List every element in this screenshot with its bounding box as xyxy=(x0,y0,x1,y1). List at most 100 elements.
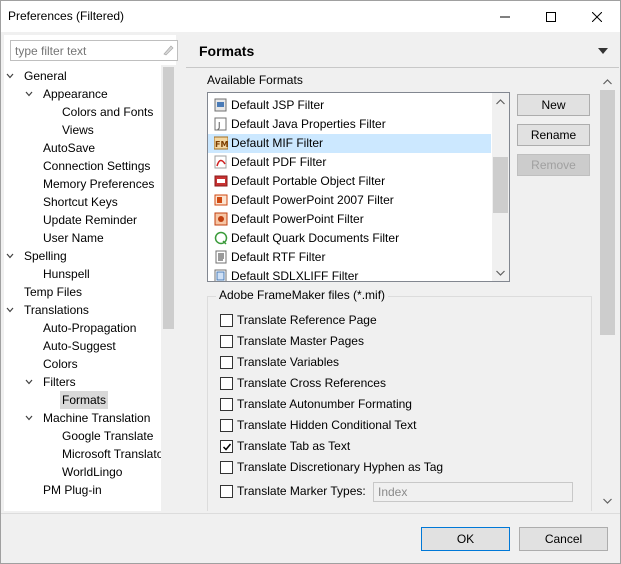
tree-item-label: WorldLingo xyxy=(62,465,123,479)
tree-item[interactable]: Auto-Propagation xyxy=(4,319,161,337)
framemaker-options-group: Adobe FrameMaker files (*.mif) Translate… xyxy=(207,288,592,511)
expand-arrow-icon[interactable] xyxy=(5,247,15,265)
expand-arrow-icon[interactable] xyxy=(5,301,15,319)
format-list-item[interactable]: Default RTF Filter xyxy=(208,248,491,267)
framemaker-group-title: Adobe FrameMaker files (*.mif) xyxy=(216,288,389,302)
tree-item-label: Microsoft Translator xyxy=(62,447,161,461)
tree-item-label: Hunspell xyxy=(43,267,90,281)
tree-item[interactable]: Spelling xyxy=(4,247,161,265)
filter-input[interactable] xyxy=(11,41,151,60)
filter-field[interactable] xyxy=(10,40,178,61)
tree-item[interactable]: Colors xyxy=(4,355,161,373)
tree-item[interactable]: Auto-Suggest xyxy=(4,337,161,355)
format-list-item[interactable]: FM Default MIF Filter xyxy=(208,134,491,153)
page-scroll-up-button[interactable] xyxy=(599,73,616,90)
checkbox-unchecked[interactable] xyxy=(220,461,233,474)
svg-text:FM: FM xyxy=(215,140,228,149)
option-label: Translate Cross References xyxy=(237,376,386,390)
tree-item[interactable]: Shortcut Keys xyxy=(4,193,161,211)
tree-item[interactable]: Machine Translation xyxy=(4,409,161,427)
option-label: Translate Discretionary Hyphen as Tag xyxy=(237,460,444,474)
minimize-button[interactable] xyxy=(482,1,528,32)
tree-item[interactable]: Update Reminder xyxy=(4,211,161,229)
checkbox-unchecked[interactable] xyxy=(220,356,233,369)
tree-item-label: Auto-Propagation xyxy=(43,321,137,335)
format-list-item[interactable]: Default JSP Filter xyxy=(208,96,491,115)
tree-item-label: Temp Files xyxy=(24,285,83,299)
tree-item-label: Translations xyxy=(24,303,89,317)
tree-scrollbar[interactable] xyxy=(161,65,176,511)
format-list-label: Default Portable Object Filter xyxy=(231,174,386,188)
formats-list[interactable]: Default JSP Filter J Default Java Properti… xyxy=(207,92,510,282)
tree-item-label: Shortcut Keys xyxy=(43,195,118,209)
framemaker-icon: FM xyxy=(214,136,228,150)
tree-item[interactable]: Formats xyxy=(4,391,161,409)
format-list-item[interactable]: J Default Java Properties Filter xyxy=(208,115,491,134)
minimize-icon xyxy=(500,16,510,17)
page-title: Formats xyxy=(199,43,255,59)
tree-scrollbar-thumb[interactable] xyxy=(163,67,174,329)
cancel-button[interactable]: Cancel xyxy=(519,527,608,551)
format-list-item[interactable]: Default PDF Filter xyxy=(208,153,491,172)
format-list-item[interactable]: Default PowerPoint Filter xyxy=(208,210,491,229)
checkbox-unchecked[interactable] xyxy=(220,398,233,411)
format-list-item[interactable]: Default Portable Object Filter xyxy=(208,172,491,191)
format-list-label: Default Java Properties Filter xyxy=(231,117,386,131)
tree-item[interactable]: WorldLingo xyxy=(4,463,161,481)
maximize-icon xyxy=(546,11,556,22)
remove-button[interactable]: Remove xyxy=(517,154,590,176)
quark-icon xyxy=(214,231,228,245)
tree-item-label: AutoSave xyxy=(43,141,96,155)
tree-item[interactable]: Google Translate xyxy=(4,427,161,445)
tree-item[interactable]: Temp Files xyxy=(4,283,161,301)
ok-button[interactable]: OK xyxy=(421,527,510,551)
tree-item[interactable]: Colors and Fonts xyxy=(4,103,161,121)
tree-item-label: General xyxy=(24,69,67,83)
expand-arrow-icon[interactable] xyxy=(5,67,15,85)
option-label: Translate Variables xyxy=(237,355,340,369)
checkbox-unchecked[interactable] xyxy=(220,314,233,327)
marker-types-input[interactable] xyxy=(373,482,573,502)
maximize-button[interactable] xyxy=(528,1,574,32)
tree-item[interactable]: Microsoft Translator xyxy=(4,445,161,463)
tree-item[interactable]: Memory Preferences xyxy=(4,175,161,193)
checkbox-unchecked[interactable] xyxy=(220,377,233,390)
expand-arrow-icon[interactable] xyxy=(24,85,34,103)
close-button[interactable] xyxy=(574,1,620,32)
page-scroll-down-button[interactable] xyxy=(599,492,616,509)
format-list-item[interactable]: Default Quark Documents Filter xyxy=(208,229,491,248)
format-list-item[interactable]: Default SDLXLIFF Filter xyxy=(208,267,491,281)
tree-item[interactable]: User Name xyxy=(4,229,161,247)
view-menu-icon[interactable] xyxy=(597,46,609,56)
rename-button[interactable]: Rename xyxy=(517,124,590,146)
tree-item-label: User Name xyxy=(43,231,104,245)
tree-item[interactable]: Views xyxy=(4,121,161,139)
checkbox-unchecked[interactable] xyxy=(220,335,233,348)
page-header: Formats xyxy=(186,35,619,67)
new-button[interactable]: New xyxy=(517,94,590,116)
tree-item[interactable]: Connection Settings xyxy=(4,157,161,175)
tree-item[interactable]: Translations xyxy=(4,301,161,319)
page-scroll-thumb[interactable] xyxy=(600,90,615,335)
tree-item[interactable]: Hunspell xyxy=(4,265,161,283)
formats-list-scroll-thumb[interactable] xyxy=(493,157,508,213)
page-scrollbar[interactable] xyxy=(599,73,616,509)
tree-item[interactable]: Filters xyxy=(4,373,161,391)
checkbox-unchecked[interactable] xyxy=(220,485,233,498)
clear-filter-icon[interactable] xyxy=(162,44,174,56)
expand-arrow-icon[interactable] xyxy=(24,373,34,391)
scroll-down-button[interactable] xyxy=(492,264,509,281)
po-icon xyxy=(214,175,228,187)
tree-item[interactable]: PM Plug-in xyxy=(4,481,161,499)
tree-item[interactable]: Appearance xyxy=(4,85,161,103)
expand-arrow-icon[interactable] xyxy=(24,409,34,427)
checkbox-unchecked[interactable] xyxy=(220,419,233,432)
formats-list-scrollbar[interactable] xyxy=(492,93,509,281)
format-list-item[interactable]: Default PowerPoint 2007 Filter xyxy=(208,191,491,210)
title-bar: Preferences (Filtered) xyxy=(1,1,620,32)
scroll-up-button[interactable] xyxy=(492,93,509,110)
panel-splitter[interactable] xyxy=(178,35,183,511)
tree-item[interactable]: AutoSave xyxy=(4,139,161,157)
checkbox-checked[interactable] xyxy=(220,440,233,453)
tree-item[interactable]: General xyxy=(4,67,161,85)
